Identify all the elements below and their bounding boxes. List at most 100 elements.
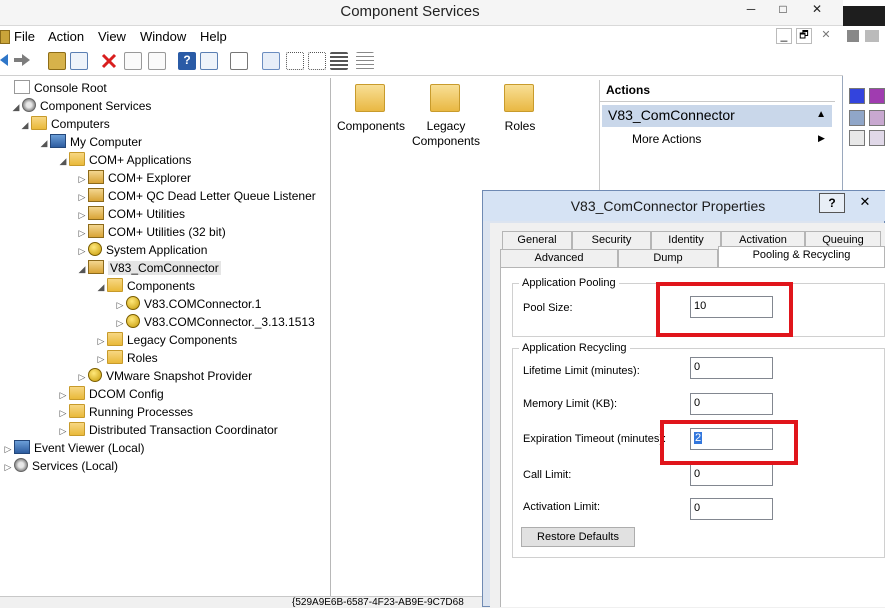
expand-arrow-icon[interactable]: ▷: [76, 224, 88, 242]
components-folder-icon[interactable]: [355, 84, 385, 112]
menu-view[interactable]: View: [98, 29, 126, 44]
tree-item[interactable]: ▷ VMware Snapshot Provider: [76, 367, 252, 385]
forward-icon[interactable]: [14, 54, 30, 66]
show-action-pane-icon[interactable]: [200, 52, 218, 70]
memory-limit-input[interactable]: 0: [690, 393, 773, 415]
expand-arrow-icon[interactable]: ▷: [114, 296, 126, 314]
palette-tool-icon-2[interactable]: [865, 30, 879, 42]
restore-defaults-button[interactable]: Restore Defaults: [521, 527, 635, 547]
color-swatch-purple[interactable]: [869, 88, 885, 104]
tree-item[interactable]: ▷ V83.COMConnector._3.13.1513: [114, 313, 315, 331]
list-view-icon[interactable]: [308, 52, 326, 70]
list-item-roles[interactable]: Roles: [492, 119, 548, 134]
expand-arrow-icon[interactable]: ▷: [76, 368, 88, 386]
color-swatch-steel[interactable]: [849, 110, 865, 126]
tree-item[interactable]: ▷ COM+ QC Dead Letter Queue Listener: [76, 187, 316, 205]
activation-limit-input[interactable]: 0: [690, 498, 773, 520]
status-view-icon[interactable]: [356, 52, 374, 70]
expand-arrow-icon[interactable]: ▷: [76, 242, 88, 260]
color-swatch-blue[interactable]: [849, 88, 865, 104]
list-item-components[interactable]: Components: [332, 119, 410, 134]
properties-icon[interactable]: [124, 52, 142, 70]
collapse-arrow-icon[interactable]: ◢: [76, 260, 88, 278]
tree-item[interactable]: ◢ V83_ComConnector: [76, 259, 221, 277]
tab-general[interactable]: General: [502, 231, 572, 249]
tree-item[interactable]: ▷ Distributed Transaction Coordinator: [57, 421, 278, 439]
maximize-button[interactable]: □: [770, 0, 796, 20]
expand-arrow-icon[interactable]: ▷: [2, 458, 14, 476]
expand-arrow-icon[interactable]: ▷: [2, 440, 14, 458]
expand-arrow-icon[interactable]: ▷: [114, 314, 126, 332]
expand-arrow-icon[interactable]: ▷: [57, 386, 69, 404]
close-button[interactable]: ✕: [804, 0, 830, 20]
menu-help[interactable]: Help: [200, 29, 227, 44]
more-actions-link[interactable]: More Actions: [632, 132, 701, 146]
tree-item[interactable]: ▷ DCOM Config: [57, 385, 164, 403]
menu-window[interactable]: Window: [140, 29, 186, 44]
tree-item[interactable]: ▷ Running Processes: [57, 403, 193, 421]
tree-item[interactable]: ▷ Legacy Components: [95, 331, 237, 349]
tree-item[interactable]: ◢ Computers: [19, 115, 110, 133]
expand-arrow-icon[interactable]: ▷: [57, 404, 69, 422]
tree-item[interactable]: ▷ COM+ Explorer: [76, 169, 191, 187]
up-folder-icon[interactable]: [48, 52, 66, 70]
color-swatch-light[interactable]: [849, 130, 865, 146]
expand-arrow-icon[interactable]: ▷: [95, 332, 107, 350]
collapse-icon[interactable]: ▲: [816, 109, 826, 120]
tree-item[interactable]: ▷ V83.COMConnector.1: [114, 295, 261, 313]
collapse-arrow-icon[interactable]: ◢: [95, 278, 107, 296]
tree-item[interactable]: ▷ COM+ Utilities (32 bit): [76, 223, 226, 241]
tree-item[interactable]: ▷ Services (Local): [2, 457, 118, 475]
show-hide-tree-icon[interactable]: [70, 52, 88, 70]
lifetime-limit-input[interactable]: 0: [690, 357, 773, 379]
tree-item[interactable]: ▷ COM+ Utilities: [76, 205, 185, 223]
mdi-close-button[interactable]: ✕: [818, 28, 834, 44]
actions-section-header[interactable]: V83_ComConnector ▲: [602, 105, 832, 127]
collapse-arrow-icon[interactable]: ◢: [57, 152, 69, 170]
help-icon[interactable]: ?: [178, 52, 196, 70]
legacy-components-folder-icon[interactable]: [430, 84, 460, 112]
tree-item[interactable]: ◢ COM+ Applications: [57, 151, 191, 169]
tree-item[interactable]: ◢ Component Services: [10, 97, 151, 115]
color-swatch-pale[interactable]: [869, 130, 885, 146]
call-limit-input[interactable]: 0: [690, 464, 773, 486]
tree-item[interactable]: ▷ System Application: [76, 241, 207, 259]
menu-action[interactable]: Action: [48, 29, 84, 44]
back-icon[interactable]: [0, 54, 8, 66]
tab-advanced[interactable]: Advanced: [500, 249, 618, 267]
collapse-arrow-icon[interactable]: ◢: [38, 134, 50, 152]
new-window-icon[interactable]: [230, 52, 248, 70]
tree-item[interactable]: Console Root: [2, 79, 107, 97]
expand-arrow-icon[interactable]: ▷: [76, 206, 88, 224]
tab-identity[interactable]: Identity: [651, 231, 721, 249]
collapse-arrow-icon[interactable]: ◢: [19, 116, 31, 134]
menu-file[interactable]: File: [14, 29, 35, 44]
refresh-icon[interactable]: [148, 52, 166, 70]
tab-pooling-recycling[interactable]: Pooling & Recycling: [718, 246, 885, 268]
dialog-close-button[interactable]: ✕: [847, 193, 883, 213]
tree-item[interactable]: ▷ Event Viewer (Local): [2, 439, 145, 457]
minimize-button[interactable]: ─: [738, 0, 764, 20]
detail-view-icon[interactable]: [330, 52, 348, 70]
delete-icon[interactable]: [100, 52, 118, 70]
tree-item[interactable]: ◢ My Computer: [38, 133, 142, 151]
color-swatch-lilac[interactable]: [869, 110, 885, 126]
app-menu-icon[interactable]: [0, 30, 10, 44]
expand-arrow-icon[interactable]: ▷: [76, 170, 88, 188]
collapse-arrow-icon[interactable]: ◢: [10, 98, 22, 116]
tab-security[interactable]: Security: [572, 231, 651, 249]
large-icons-view-icon[interactable]: [262, 52, 280, 70]
roles-folder-icon[interactable]: [504, 84, 534, 112]
dialog-help-button[interactable]: ?: [819, 193, 845, 213]
palette-tool-icon[interactable]: [847, 30, 859, 42]
expand-arrow-icon[interactable]: ▷: [76, 188, 88, 206]
expand-arrow-icon[interactable]: ▷: [57, 422, 69, 440]
list-item-legacy-components[interactable]: Legacy Components: [404, 119, 488, 149]
small-icons-view-icon[interactable]: [286, 52, 304, 70]
tab-dump[interactable]: Dump: [618, 249, 718, 267]
tree-item[interactable]: ◢ Components: [95, 277, 195, 295]
mdi-restore-button[interactable]: 🗗: [796, 28, 812, 44]
mdi-minimize-button[interactable]: _: [776, 28, 792, 44]
tree-item[interactable]: ▷ Roles: [95, 349, 158, 367]
expand-arrow-icon[interactable]: ▷: [95, 350, 107, 368]
